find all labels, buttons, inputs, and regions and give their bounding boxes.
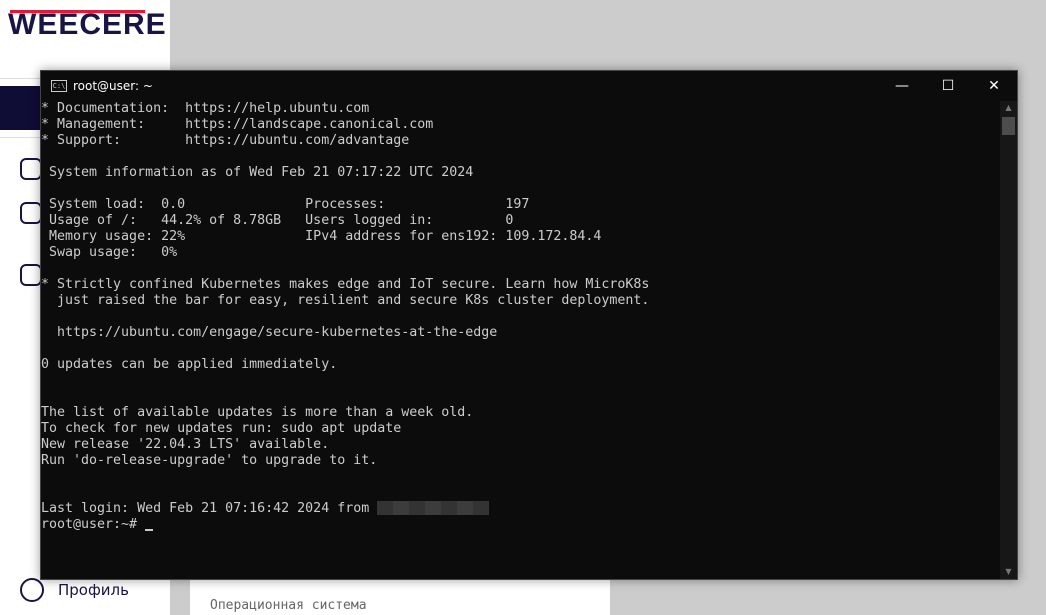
collapse-icon[interactable] — [20, 264, 42, 286]
scroll-down-icon[interactable]: ▼ — [1000, 565, 1017, 579]
terminal-line: just raised the bar for easy, resilient … — [41, 293, 650, 308]
terminal-output[interactable]: * Documentation: https://help.ubuntu.com… — [41, 101, 1001, 579]
terminal-line: * Management: https://landscape.canonica… — [41, 117, 434, 132]
terminal-line: Usage of /: 44.2% of 8.78GB Users logged… — [41, 213, 514, 228]
close-button[interactable]: ✕ — [971, 71, 1017, 101]
prompt-line[interactable]: root@user:~# — [41, 517, 1001, 533]
terminal-line: Run 'do-release-upgrade' to upgrade to i… — [41, 453, 378, 468]
terminal-line: New release '22.04.3 LTS' available. — [41, 437, 330, 452]
last-login-text: Last login: Wed Feb 21 07:16:42 2024 fro… — [41, 501, 378, 516]
terminal-line: System load: 0.0 Processes: 197 — [41, 197, 530, 212]
terminal-line: https://ubuntu.com/engage/secure-kuberne… — [41, 325, 498, 340]
logo: WEECERE — [8, 8, 167, 41]
terminal-line: Swap usage: 0% — [41, 245, 178, 260]
scroll-up-icon[interactable]: ▲ — [1000, 101, 1017, 115]
minimize-button[interactable]: — — [879, 71, 925, 101]
profile-label: Профиль — [58, 581, 129, 599]
terminal-line: * Strictly confined Kubernetes makes edg… — [41, 277, 650, 292]
os-label: Операционная система — [210, 598, 367, 613]
cursor — [145, 529, 154, 531]
terminal-line: System information as of Wed Feb 21 07:1… — [41, 165, 474, 180]
wallet-icon[interactable] — [20, 202, 42, 224]
prompt: root@user:~# — [41, 517, 146, 532]
redacted-ip — [377, 501, 490, 515]
last-login-line: Last login: Wed Feb 21 07:16:42 2024 fro… — [41, 501, 1001, 517]
sidebar-item-profile[interactable]: Профиль — [20, 578, 129, 602]
title-bar[interactable]: C:\ root@user: ~ — [41, 71, 1017, 101]
terminal-window[interactable]: C:\ root@user: ~ — ☐ ✕ * Documentation: … — [40, 70, 1018, 580]
scroll-thumb[interactable] — [1002, 117, 1015, 135]
terminal-line: The list of available updates is more th… — [41, 405, 474, 420]
terminal-icon: C:\ — [51, 80, 67, 92]
terminal-line: Memory usage: 22% IPv4 address for ens19… — [41, 229, 602, 244]
maximize-button[interactable]: ☐ — [925, 71, 971, 101]
terminal-line: * Documentation: https://help.ubuntu.com — [41, 101, 370, 116]
terminal-line: 0 updates can be applied immediately. — [41, 357, 338, 372]
scrollbar[interactable]: ▲ ▼ — [1000, 101, 1017, 579]
terminal-line: To check for new updates run: sudo apt u… — [41, 421, 402, 436]
profile-icon — [20, 578, 44, 602]
window-title: root@user: ~ — [73, 79, 153, 93]
support-icon[interactable] — [20, 158, 42, 180]
terminal-line: * Support: https://ubuntu.com/advantage — [41, 133, 410, 148]
